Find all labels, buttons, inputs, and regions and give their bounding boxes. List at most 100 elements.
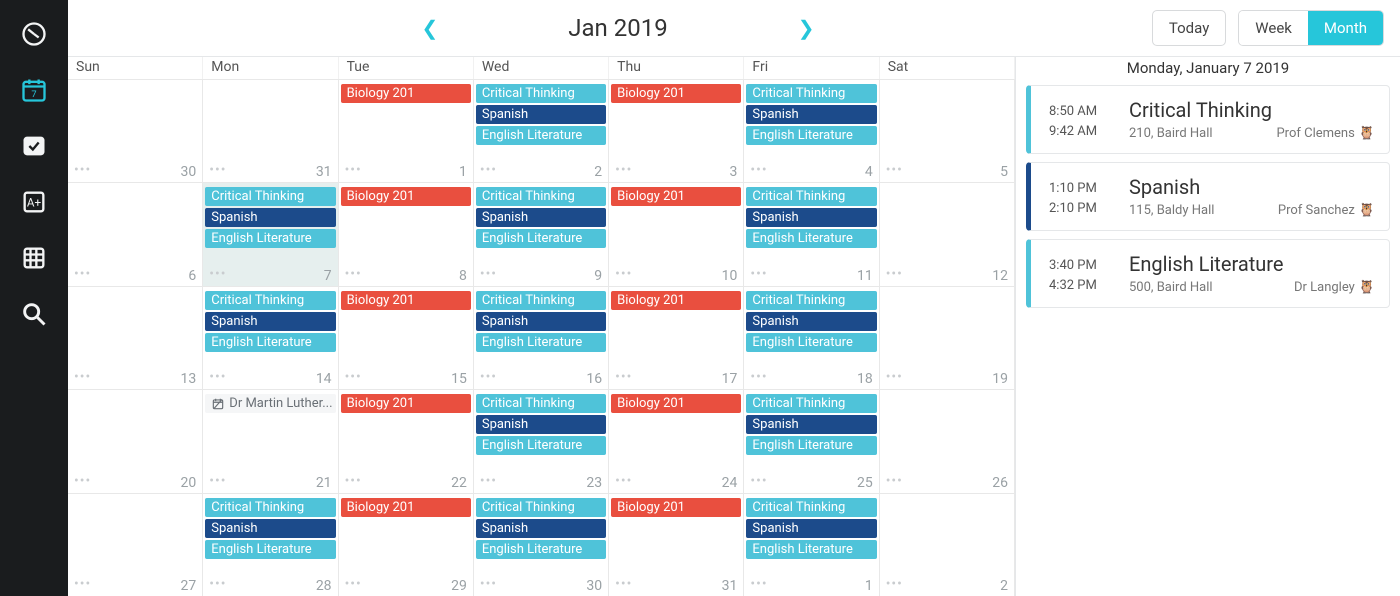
event-pill[interactable]: Critical Thinking bbox=[476, 187, 606, 206]
event-pill[interactable]: Biology 201 bbox=[341, 84, 471, 103]
day-more-icon[interactable]: ••• bbox=[74, 369, 91, 385]
day-more-icon[interactable]: ••• bbox=[345, 576, 362, 592]
day-more-icon[interactable]: ••• bbox=[615, 162, 632, 178]
event-pill[interactable]: English Literature bbox=[476, 436, 606, 455]
day-more-icon[interactable]: ••• bbox=[886, 369, 903, 385]
event-pill[interactable]: Spanish bbox=[476, 105, 606, 124]
event-pill[interactable]: Spanish bbox=[476, 208, 606, 227]
agenda-item[interactable]: 3:40 PM4:32 PMEnglish Literature500, Bai… bbox=[1026, 239, 1390, 308]
day-more-icon[interactable]: ••• bbox=[74, 266, 91, 282]
day-more-icon[interactable]: ••• bbox=[74, 473, 91, 489]
day-more-icon[interactable]: ••• bbox=[209, 576, 226, 592]
day-cell[interactable]: Critical ThinkingSpanishEnglish Literatu… bbox=[744, 494, 879, 596]
day-cell[interactable]: •••12 bbox=[880, 183, 1015, 285]
event-pill[interactable]: Spanish bbox=[746, 519, 876, 538]
event-pill[interactable]: Spanish bbox=[746, 415, 876, 434]
event-pill[interactable]: Spanish bbox=[205, 208, 335, 227]
agenda-item[interactable]: 1:10 PM2:10 PMSpanish115, Baldy HallProf… bbox=[1026, 162, 1390, 231]
day-more-icon[interactable]: ••• bbox=[886, 473, 903, 489]
day-cell[interactable]: •••27 bbox=[68, 494, 203, 596]
day-more-icon[interactable]: ••• bbox=[480, 369, 497, 385]
day-more-icon[interactable]: ••• bbox=[209, 473, 226, 489]
event-pill[interactable]: Biology 201 bbox=[611, 84, 741, 103]
day-more-icon[interactable]: ••• bbox=[345, 473, 362, 489]
event-pill[interactable]: Spanish bbox=[746, 105, 876, 124]
event-pill[interactable]: Critical Thinking bbox=[746, 498, 876, 517]
event-pill[interactable]: Spanish bbox=[476, 519, 606, 538]
day-more-icon[interactable]: ••• bbox=[615, 266, 632, 282]
day-more-icon[interactable]: ••• bbox=[74, 576, 91, 592]
day-cell[interactable]: •••19 bbox=[880, 287, 1015, 389]
nav-calendar[interactable]: 7 bbox=[20, 76, 48, 104]
day-cell[interactable]: Biology 201•••31 bbox=[609, 494, 744, 596]
day-cell[interactable]: Dr Martin Luther...•••21 bbox=[203, 390, 338, 492]
day-more-icon[interactable]: ••• bbox=[345, 162, 362, 178]
event-pill[interactable]: Biology 201 bbox=[341, 394, 471, 413]
day-more-icon[interactable]: ••• bbox=[209, 369, 226, 385]
day-cell[interactable]: Critical ThinkingSpanishEnglish Literatu… bbox=[203, 183, 338, 285]
day-more-icon[interactable]: ••• bbox=[480, 473, 497, 489]
day-cell[interactable]: Biology 201•••10 bbox=[609, 183, 744, 285]
event-pill[interactable]: Spanish bbox=[476, 415, 606, 434]
event-pill[interactable]: English Literature bbox=[205, 540, 335, 559]
day-cell[interactable]: •••20 bbox=[68, 390, 203, 492]
day-cell[interactable]: Critical ThinkingSpanishEnglish Literatu… bbox=[474, 494, 609, 596]
event-pill[interactable]: Spanish bbox=[746, 208, 876, 227]
day-more-icon[interactable]: ••• bbox=[615, 473, 632, 489]
event-pill[interactable]: Biology 201 bbox=[611, 291, 741, 310]
holiday-event[interactable]: Dr Martin Luther... bbox=[205, 394, 335, 413]
day-cell[interactable]: Critical ThinkingSpanishEnglish Literatu… bbox=[474, 80, 609, 182]
day-more-icon[interactable]: ••• bbox=[480, 162, 497, 178]
day-cell[interactable]: Critical ThinkingSpanishEnglish Literatu… bbox=[203, 494, 338, 596]
day-cell[interactable]: Critical ThinkingSpanishEnglish Literatu… bbox=[744, 287, 879, 389]
event-pill[interactable]: English Literature bbox=[746, 126, 876, 145]
day-cell[interactable]: Critical ThinkingSpanishEnglish Literatu… bbox=[474, 183, 609, 285]
day-more-icon[interactable]: ••• bbox=[209, 162, 226, 178]
nav-dashboard[interactable] bbox=[20, 20, 48, 48]
day-cell[interactable]: Critical Thinking Spanish English Literatu… bbox=[474, 390, 609, 492]
nav-grades[interactable]: A+ bbox=[20, 188, 48, 216]
next-month-button[interactable]: ❯ bbox=[788, 12, 825, 44]
event-pill[interactable]: Critical Thinking bbox=[205, 291, 335, 310]
event-pill[interactable]: English Literature bbox=[746, 229, 876, 248]
day-more-icon[interactable]: ••• bbox=[615, 369, 632, 385]
event-pill[interactable]: Critical Thinking bbox=[746, 394, 876, 413]
day-cell[interactable]: Biology 201•••3 bbox=[609, 80, 744, 182]
day-cell[interactable]: •••31 bbox=[203, 80, 338, 182]
day-cell[interactable]: •••26 bbox=[880, 390, 1015, 492]
event-pill[interactable]: English Literature bbox=[746, 333, 876, 352]
event-pill[interactable]: Critical Thinking bbox=[746, 291, 876, 310]
day-more-icon[interactable]: ••• bbox=[209, 266, 226, 282]
agenda-item[interactable]: 8:50 AM9:42 AMCritical Thinking210, Bair… bbox=[1026, 85, 1390, 154]
prev-month-button[interactable]: ❮ bbox=[411, 12, 448, 44]
event-pill[interactable]: English Literature bbox=[476, 126, 606, 145]
day-more-icon[interactable]: ••• bbox=[615, 576, 632, 592]
event-pill[interactable]: Biology 201 bbox=[611, 498, 741, 517]
day-more-icon[interactable]: ••• bbox=[480, 576, 497, 592]
week-view-button[interactable]: Week bbox=[1239, 11, 1308, 45]
day-more-icon[interactable]: ••• bbox=[750, 473, 767, 489]
day-cell[interactable]: •••13 bbox=[68, 287, 203, 389]
day-cell[interactable]: Biology 201•••17 bbox=[609, 287, 744, 389]
day-more-icon[interactable]: ••• bbox=[345, 266, 362, 282]
day-cell[interactable]: Critical ThinkingSpanishEnglish Literatu… bbox=[744, 80, 879, 182]
nav-tasks[interactable] bbox=[20, 132, 48, 160]
day-cell[interactable]: Biology 201•••1 bbox=[339, 80, 474, 182]
event-pill[interactable]: Critical Thinking bbox=[476, 498, 606, 517]
event-pill[interactable]: English Literature bbox=[205, 333, 335, 352]
day-cell[interactable]: •••30 bbox=[68, 80, 203, 182]
event-pill[interactable]: Critical Thinking bbox=[476, 394, 606, 413]
day-more-icon[interactable]: ••• bbox=[480, 266, 497, 282]
day-cell[interactable]: •••2 bbox=[880, 494, 1015, 596]
day-more-icon[interactable]: ••• bbox=[750, 162, 767, 178]
event-pill[interactable]: English Literature bbox=[476, 333, 606, 352]
day-cell[interactable]: •••5 bbox=[880, 80, 1015, 182]
month-view-button[interactable]: Month bbox=[1308, 11, 1383, 45]
nav-search[interactable] bbox=[20, 300, 48, 328]
day-more-icon[interactable]: ••• bbox=[886, 266, 903, 282]
event-pill[interactable]: English Literature bbox=[205, 229, 335, 248]
event-pill[interactable]: Spanish bbox=[205, 519, 335, 538]
event-pill[interactable]: Spanish bbox=[476, 312, 606, 331]
day-more-icon[interactable]: ••• bbox=[886, 576, 903, 592]
event-pill[interactable]: Biology 201 bbox=[341, 291, 471, 310]
